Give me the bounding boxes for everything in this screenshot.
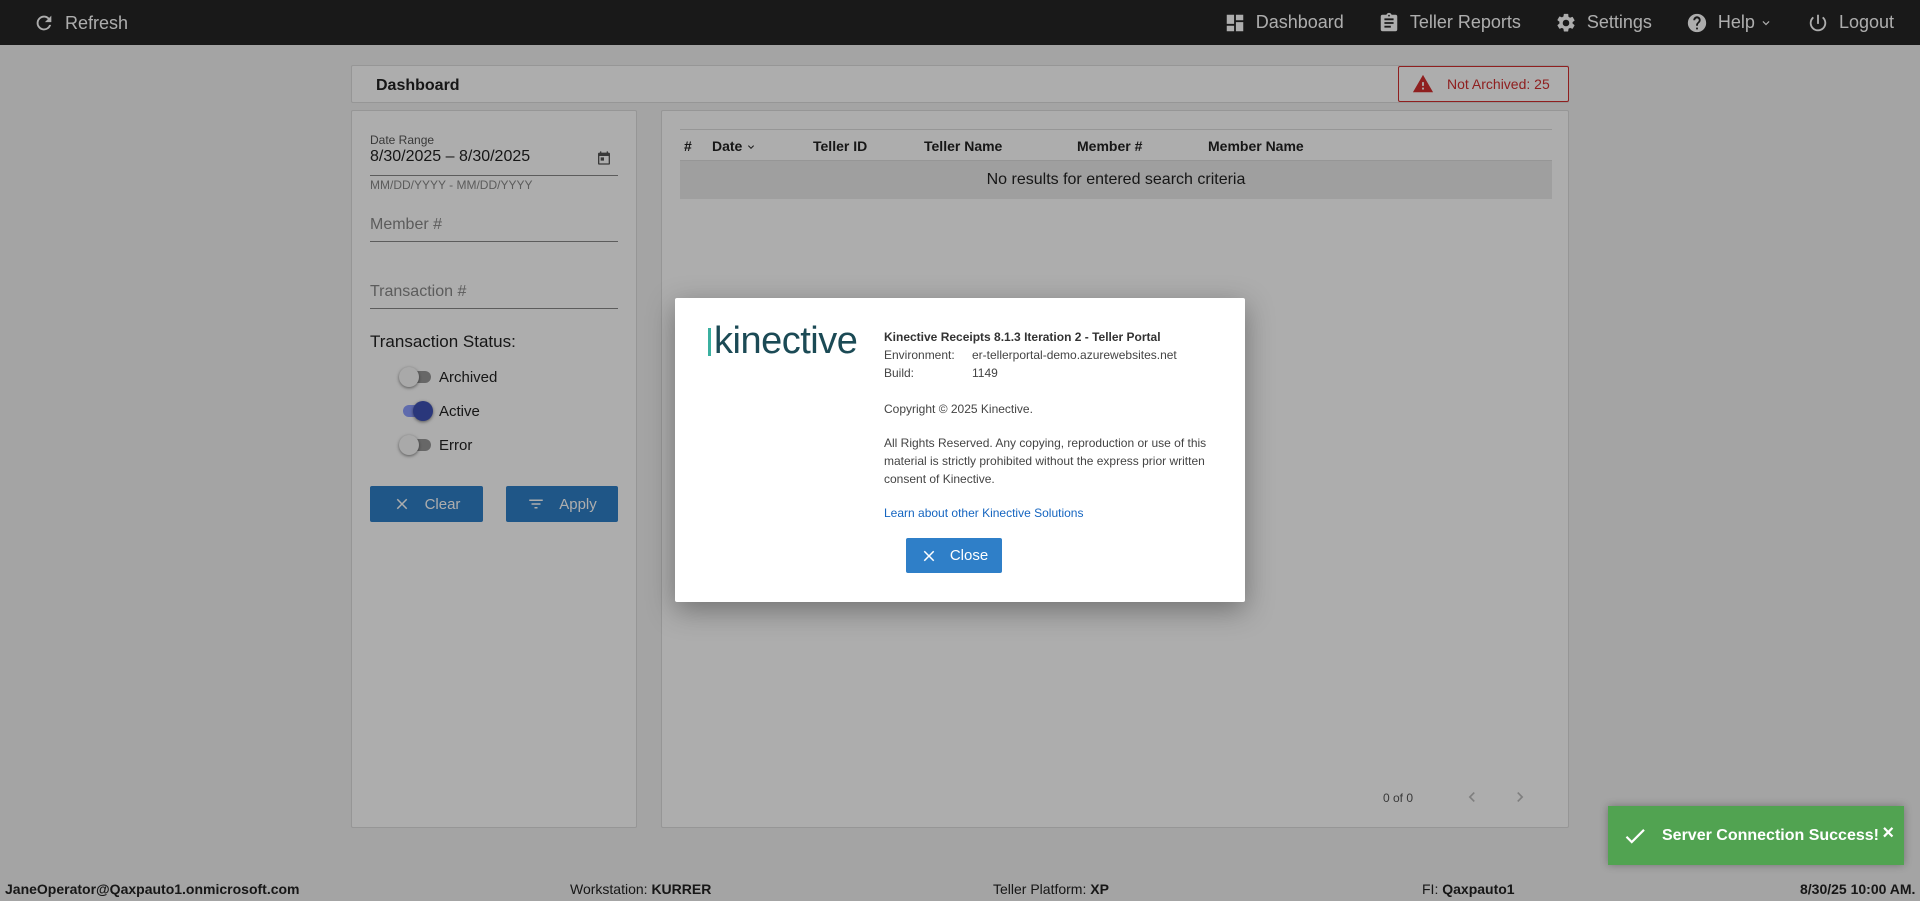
logo-text: kinective xyxy=(714,320,858,362)
close-dialog-button[interactable]: Close xyxy=(906,538,1002,573)
environment-value: er-tellerportal-demo.azurewebsites.net xyxy=(972,348,1177,362)
success-toast: Server Connection Success! × xyxy=(1608,806,1904,865)
product-title: Kinective Receipts 8.1.3 Iteration 2 - T… xyxy=(884,330,1161,344)
toast-close-button[interactable]: × xyxy=(1882,822,1894,845)
toast-message: Server Connection Success! xyxy=(1662,826,1879,844)
copyright-text: Copyright © 2025 Kinective. xyxy=(884,402,1033,416)
environment-row: Environment: er-tellerportal-demo.azurew… xyxy=(884,346,1224,364)
about-info: Kinective Receipts 8.1.3 Iteration 2 - T… xyxy=(884,328,1224,522)
checkmark-icon xyxy=(1625,828,1645,844)
about-dialog: kinective Kinective Receipts 8.1.3 Itera… xyxy=(675,298,1245,602)
build-value: 1149 xyxy=(972,366,998,380)
build-row: Build: 1149 xyxy=(884,364,1224,382)
close-button-label: Close xyxy=(949,547,989,564)
kinective-logo: kinective xyxy=(708,320,858,363)
build-label: Build: xyxy=(884,366,915,380)
kinective-solutions-link[interactable]: Learn about other Kinective Solutions xyxy=(884,504,1224,522)
close-icon xyxy=(923,550,935,561)
environment-label: Environment: xyxy=(884,348,955,362)
rights-text: All Rights Reserved. Any copying, reprod… xyxy=(884,436,1207,486)
